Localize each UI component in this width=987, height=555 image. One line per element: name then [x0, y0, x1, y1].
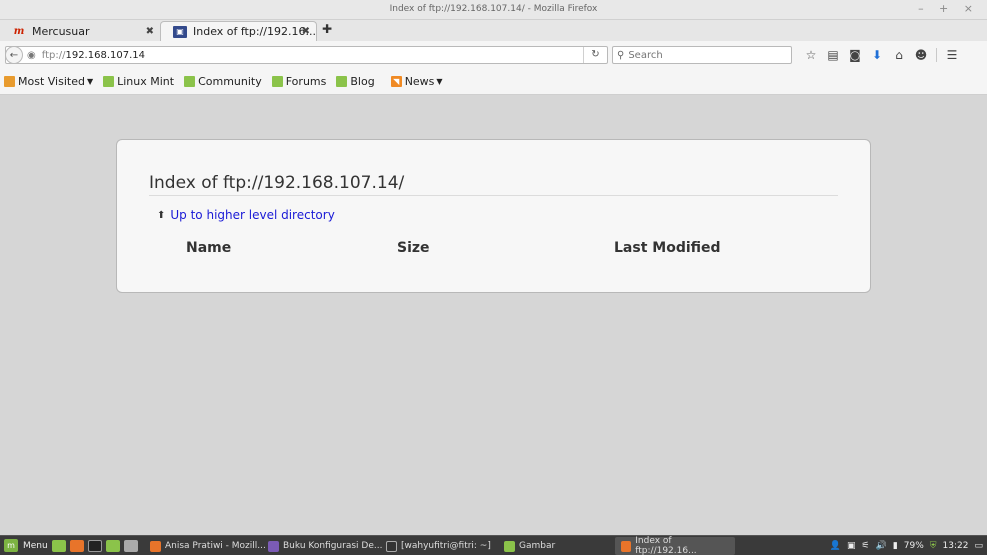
workspace-icon[interactable]: ▭ [974, 541, 983, 551]
folder-icon [504, 540, 515, 552]
tab-label: Index of ftp://192.16... [193, 25, 316, 38]
search-input[interactable] [628, 49, 779, 61]
tab-bar: m Mercusuar ✖ ▣ Index of ftp://192.16...… [0, 20, 987, 41]
mercusuar-favicon-icon: m [13, 25, 25, 37]
up-directory-link[interactable]: ⬆ Up to higher level directory [157, 208, 335, 222]
reload-icon[interactable]: ↻ [583, 47, 607, 63]
battery-icon[interactable]: ▮ [893, 541, 898, 551]
firefox-icon [621, 540, 632, 552]
terminal-launcher-icon[interactable] [88, 539, 102, 552]
chat-icon[interactable]: ☻ [910, 48, 932, 62]
tab-label: Mercusuar [32, 24, 90, 38]
url-host: 192.168.107.14 [65, 49, 145, 61]
url-protocol: ftp:// [41, 49, 66, 61]
ftp-favicon-icon: ▣ [173, 25, 187, 38]
bookmark-forums[interactable]: Forums [271, 75, 327, 88]
taskbar-window-label: Gambar [519, 541, 556, 551]
taskbar-window-label: Anisa Pratiwi - Mozill... [165, 541, 266, 551]
downloads-icon[interactable]: ⬇ [866, 48, 888, 62]
bookmark-linux-mint[interactable]: Linux Mint [103, 75, 174, 88]
url-bar[interactable]: ← ◉ ftp://192.168.107.14 ↻ [5, 46, 608, 64]
clipboard-icon[interactable]: ▣ [847, 541, 856, 551]
bookmarks-toolbar: Most Visited ▼ Linux Mint Community Foru… [0, 69, 987, 95]
pocket-icon[interactable]: ◙ [844, 48, 866, 62]
taskbar-window-label: Buku Konfigurasi De... [283, 541, 383, 551]
back-button[interactable]: ← [5, 46, 23, 64]
hamburger-menu-icon[interactable]: ☰ [941, 48, 963, 62]
navigation-bar: ← ◉ ftp://192.168.107.14 ↻ ⚲ ☆ ▤ ◙ ⬇ ⌂ ☻… [0, 41, 987, 69]
clock[interactable]: 13:22 [943, 541, 969, 551]
bookmark-news[interactable]: ◥ News ▼ [390, 75, 443, 88]
url-text[interactable]: ftp://192.168.107.14 [42, 50, 145, 61]
quick-launch [52, 539, 146, 552]
volume-icon[interactable]: 🔊 [876, 541, 887, 551]
window-title: Index of ftp://192.168.107.14/ - Mozilla… [389, 4, 598, 14]
start-menu-button[interactable]: m Menu [0, 539, 52, 552]
system-tray: 👤 ▣ ⚟ 🔊 ▮ 79% ⛨ 13:22 ▭ [824, 538, 983, 554]
terminal-icon [386, 540, 397, 552]
taskbar-window-label: Index of ftp://192.16... [635, 536, 697, 555]
tab-ftp-index[interactable]: ▣ Index of ftp://192.16... ✖ [160, 21, 317, 41]
bookmark-community[interactable]: Community [184, 75, 262, 88]
bookmark-label: Blog [350, 75, 375, 88]
screenshot-launcher-icon[interactable] [124, 539, 138, 552]
up-arrow-icon: ⬆ [157, 209, 166, 221]
rss-icon: ◥ [390, 76, 402, 87]
window-titlebar: Index of ftp://192.168.107.14/ - Mozilla… [0, 0, 987, 20]
chevron-down-icon: ▼ [86, 77, 94, 86]
page-title: Index of ftp://192.168.107.14/ [149, 173, 405, 193]
page-content: Index of ftp://192.168.107.14/ ⬆ Up to h… [0, 96, 987, 535]
chevron-down-icon: ▼ [436, 77, 443, 86]
firefox-icon [150, 540, 161, 552]
bookmark-label: Most Visited [18, 75, 85, 88]
mint-icon [336, 76, 348, 87]
show-desktop-icon[interactable] [52, 539, 66, 552]
taskbar-window-ftp-index[interactable]: Index of ftp://192.16... [615, 536, 735, 555]
heading-divider [149, 195, 838, 196]
bookmark-label: Forums [285, 75, 327, 88]
bookmark-label: News [404, 75, 435, 88]
close-tab-icon[interactable]: ✖ [302, 26, 310, 37]
close-tab-icon[interactable]: ✖ [146, 26, 154, 37]
toolbar-separator [936, 48, 937, 62]
mint-icon [184, 76, 196, 87]
site-identity-icon[interactable]: ◉ [27, 50, 36, 61]
taskbar-window-label: [wahyufitri@fitri: ~] [401, 541, 491, 551]
new-tab-button[interactable]: ✚ [322, 22, 332, 36]
home-icon[interactable]: ⌂ [888, 48, 910, 62]
column-header-last-modified[interactable]: Last Modified [614, 240, 721, 256]
files-launcher-icon[interactable] [106, 539, 120, 552]
tab-mercusuar[interactable]: m Mercusuar ✖ [0, 21, 160, 41]
mint-icon [271, 76, 283, 87]
bookmark-blog[interactable]: Blog [336, 75, 375, 88]
user-icon[interactable]: 👤 [830, 541, 841, 551]
battery-percent: 79% [903, 541, 924, 551]
column-header-name[interactable]: Name [186, 240, 231, 256]
folder-icon [4, 76, 15, 87]
taskbar-window-anisa[interactable]: Anisa Pratiwi - Mozill... [150, 537, 266, 555]
column-header-size[interactable]: Size [397, 240, 430, 256]
taskbar-window-gambar[interactable]: Gambar [504, 537, 555, 555]
search-bar[interactable]: ⚲ [612, 46, 792, 64]
up-directory-label: Up to higher level directory [170, 208, 335, 222]
taskbar-window-terminal[interactable]: [wahyufitri@fitri: ~] [386, 537, 491, 555]
menu-label: Menu [23, 540, 48, 551]
search-icon: ⚲ [617, 49, 625, 61]
firefox-launcher-icon[interactable] [70, 539, 84, 552]
directory-listing-panel: Index of ftp://192.168.107.14/ ⬆ Up to h… [116, 139, 871, 293]
bookmark-label: Linux Mint [117, 75, 175, 88]
mint-menu-icon: m [4, 539, 18, 552]
window-controls[interactable]: – + × [918, 2, 979, 15]
mint-icon [103, 76, 115, 87]
bookmark-most-visited[interactable]: Most Visited ▼ [4, 75, 93, 88]
bookmark-label: Community [198, 75, 262, 88]
bookmarks-menu-icon[interactable]: ▤ [822, 48, 844, 62]
toolbar-icons: ☆ ▤ ◙ ⬇ ⌂ ☻ ☰ [800, 47, 963, 63]
taskbar-window-buku[interactable]: Buku Konfigurasi De... [268, 537, 382, 555]
network-icon[interactable]: ⚟ [862, 541, 870, 551]
bookmark-star-icon[interactable]: ☆ [800, 48, 822, 62]
document-viewer-icon [268, 540, 279, 552]
taskbar: m Menu Anisa Pratiwi - Mozill... Buku Ko… [0, 535, 987, 555]
shield-icon[interactable]: ⛨ [930, 541, 937, 551]
